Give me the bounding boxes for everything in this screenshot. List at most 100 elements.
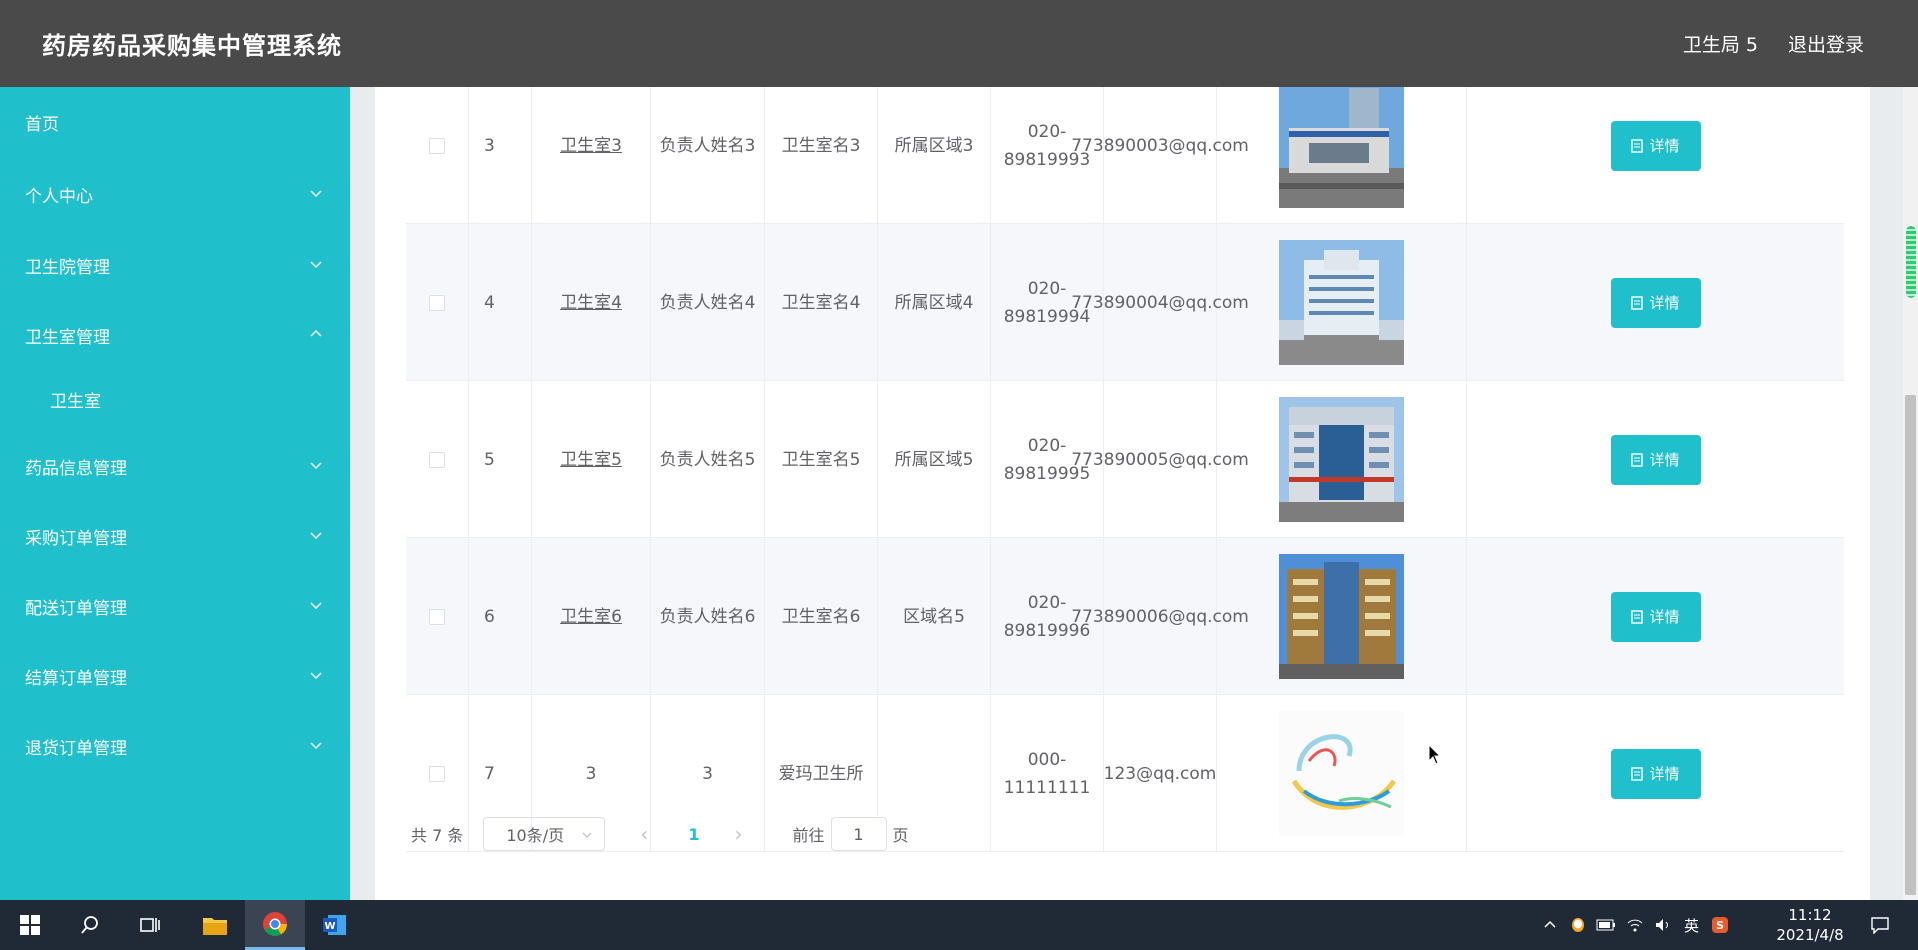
cell-region: 区域名5 bbox=[878, 538, 991, 695]
page-size-select[interactable]: 10条/页 bbox=[483, 817, 606, 851]
chevron-down-icon bbox=[310, 190, 322, 198]
sidebar-item-room-mgmt[interactable]: 卫生室管理 bbox=[0, 307, 350, 363]
cell-code[interactable]: 卫生室6 bbox=[560, 603, 622, 631]
sidebar-item-label: 首页 bbox=[25, 114, 59, 135]
sidebar-item-purchase-orders[interactable]: 采购订单管理 bbox=[0, 508, 350, 564]
hospital-photo bbox=[1279, 240, 1404, 365]
detail-button[interactable]: 详情 bbox=[1610, 120, 1701, 171]
cell-name: 卫生室名4 bbox=[765, 224, 878, 381]
system-clock[interactable]: 11:12 2021/4/8 bbox=[1770, 905, 1850, 945]
next-page-icon[interactable]: › bbox=[735, 822, 743, 846]
sidebar-item-delivery-orders[interactable]: 配送订单管理 bbox=[0, 578, 350, 634]
document-icon bbox=[1631, 452, 1644, 467]
sidebar: 首页 个人中心 卫生院管理 卫生室管理 卫生室 药品信息管理 采购订单管理 配送… bbox=[0, 87, 350, 900]
sidebar-item-label: 卫生院管理 bbox=[25, 257, 110, 278]
row-checkbox[interactable] bbox=[429, 608, 445, 625]
sidebar-item-drug-info[interactable]: 药品信息管理 bbox=[0, 438, 350, 494]
sidebar-item-label: 个人中心 bbox=[25, 186, 93, 207]
row-checkbox[interactable] bbox=[429, 294, 445, 311]
sidebar-item-clinic-mgmt[interactable]: 卫生院管理 bbox=[0, 237, 350, 293]
main-content: 3 卫生室3 负责人姓名3 卫生室名3 所属区域3 020-89819993 7… bbox=[350, 87, 1898, 900]
table-row: 3 卫生室3 负责人姓名3 卫生室名3 所属区域3 020-89819993 7… bbox=[406, 87, 1844, 224]
detail-label: 详情 bbox=[1649, 136, 1680, 155]
sidebar-subitem-room[interactable]: 卫生室 bbox=[0, 371, 350, 427]
chevron-up-icon[interactable] bbox=[1542, 917, 1558, 933]
hospital-photo bbox=[1279, 87, 1404, 208]
detail-button[interactable]: 详情 bbox=[1610, 748, 1701, 799]
cell-index: 4 bbox=[469, 224, 532, 381]
network-icon[interactable] bbox=[1626, 917, 1644, 933]
search-icon[interactable] bbox=[60, 900, 120, 950]
sidebar-item-label: 退货订单管理 bbox=[25, 738, 127, 759]
cell-email: 773890003@qq.com bbox=[1071, 87, 1249, 224]
svg-text:W: W bbox=[324, 921, 335, 932]
detail-button[interactable]: 详情 bbox=[1610, 434, 1701, 485]
mouse-cursor-icon bbox=[1428, 744, 1442, 765]
cell-manager: 负责人姓名5 bbox=[651, 381, 765, 538]
sidebar-item-label: 采购订单管理 bbox=[25, 528, 127, 549]
document-icon bbox=[1631, 609, 1644, 624]
cell-manager: 负责人姓名6 bbox=[651, 538, 765, 695]
row-checkbox[interactable] bbox=[429, 451, 445, 468]
cell-name: 卫生室名6 bbox=[765, 538, 878, 695]
detail-label: 详情 bbox=[1649, 293, 1680, 312]
chevron-down-icon bbox=[310, 261, 322, 269]
qq-icon[interactable] bbox=[1570, 916, 1586, 934]
table-row: 6 卫生室6 负责人姓名6 卫生室名6 区域名5 020-89819996 77… bbox=[406, 538, 1844, 695]
total-count: 共 7 条 bbox=[411, 826, 464, 845]
goto-prefix: 前往 bbox=[792, 826, 825, 845]
file-explorer-icon[interactable] bbox=[185, 900, 245, 950]
sogou-icon[interactable]: S bbox=[1711, 916, 1729, 934]
detail-button[interactable]: 详情 bbox=[1610, 591, 1701, 642]
volume-icon[interactable] bbox=[1654, 917, 1672, 933]
chevron-down-icon bbox=[310, 602, 322, 610]
sidebar-item-label: 结算订单管理 bbox=[25, 668, 127, 689]
cell-index: 3 bbox=[469, 87, 532, 224]
task-view-icon[interactable] bbox=[120, 900, 180, 950]
row-checkbox[interactable] bbox=[429, 137, 445, 154]
logout-link[interactable]: 退出登录 bbox=[1788, 30, 1864, 57]
cell-code[interactable]: 卫生室5 bbox=[560, 446, 622, 474]
chevron-down-icon bbox=[310, 672, 322, 680]
content-card: 3 卫生室3 负责人姓名3 卫生室名3 所属区域3 020-89819993 7… bbox=[375, 87, 1870, 900]
cell-region: 所属区域3 bbox=[878, 87, 991, 224]
os-taskbar: W 英 S 11:12 2021/4/8 bbox=[0, 900, 1918, 950]
clock-date: 2021/4/8 bbox=[1776, 926, 1844, 944]
cell-manager: 负责人姓名4 bbox=[651, 224, 765, 381]
cell-name: 卫生室名5 bbox=[765, 381, 878, 538]
user-name[interactable]: 卫生局 5 bbox=[1683, 30, 1758, 57]
table-row: 5 卫生室5 负责人姓名5 卫生室名5 所属区域5 020-89819995 7… bbox=[406, 381, 1844, 538]
cell-region: 所属区域5 bbox=[878, 381, 991, 538]
notification-icon[interactable] bbox=[1850, 900, 1910, 950]
sidebar-item-home[interactable]: 首页 bbox=[0, 94, 350, 150]
clock-time: 11:12 bbox=[1788, 906, 1832, 924]
top-bar: 药房药品采购集中管理系统 卫生局 5 退出登录 bbox=[0, 0, 1918, 87]
pagination: 共 7 条 10条/页 ‹ 1 › 前往 页 bbox=[411, 817, 909, 851]
detail-label: 详情 bbox=[1649, 450, 1680, 469]
sidebar-item-return-orders[interactable]: 退货订单管理 bbox=[0, 718, 350, 774]
sidebar-item-settlement-orders[interactable]: 结算订单管理 bbox=[0, 648, 350, 704]
sidebar-item-personal-center[interactable]: 个人中心 bbox=[0, 166, 350, 222]
prev-page-icon[interactable]: ‹ bbox=[640, 822, 648, 846]
word-icon[interactable]: W bbox=[305, 900, 365, 950]
abstract-image bbox=[1279, 711, 1404, 836]
goto-page-input[interactable] bbox=[830, 817, 887, 851]
scrollbar-thumb[interactable] bbox=[1905, 395, 1916, 895]
cell-email: 773890005@qq.com bbox=[1071, 381, 1249, 538]
chevron-down-icon bbox=[310, 742, 322, 750]
sidebar-item-label: 卫生室 bbox=[50, 391, 101, 412]
document-icon bbox=[1631, 138, 1644, 153]
document-icon bbox=[1631, 766, 1644, 781]
cell-code[interactable]: 卫生室3 bbox=[560, 132, 622, 160]
cell-index: 6 bbox=[469, 538, 532, 695]
battery-icon[interactable] bbox=[1596, 918, 1616, 932]
chrome-icon[interactable] bbox=[245, 900, 305, 950]
cell-code[interactable]: 卫生室4 bbox=[560, 289, 622, 317]
current-page[interactable]: 1 bbox=[688, 825, 699, 844]
detail-button[interactable]: 详情 bbox=[1610, 277, 1701, 328]
row-checkbox[interactable] bbox=[429, 765, 445, 782]
detail-label: 详情 bbox=[1649, 607, 1680, 626]
windows-start-icon[interactable] bbox=[0, 900, 60, 950]
cell-email: 773890004@qq.com bbox=[1071, 224, 1249, 381]
ime-indicator[interactable]: 英 bbox=[1684, 915, 1699, 936]
